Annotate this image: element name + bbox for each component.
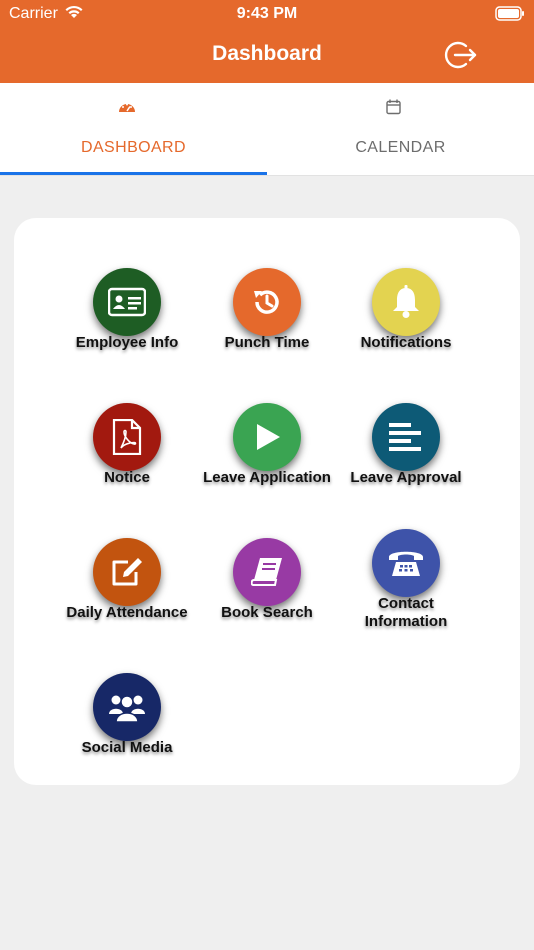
- tile-book-search[interactable]: Book Search: [192, 538, 342, 648]
- align-left-icon: [389, 423, 421, 451]
- tile-label: Contact Information: [364, 595, 448, 630]
- tab-dashboard-label: DASHBOARD: [81, 139, 186, 156]
- pdf-file-icon: [112, 419, 142, 455]
- tile-icon-bg: [233, 538, 301, 606]
- tile-icon-bg: [93, 673, 161, 741]
- phone-icon: [389, 551, 423, 576]
- tile-icon-bg: [233, 403, 301, 471]
- active-tab-indicator: [0, 172, 267, 175]
- tab-calendar[interactable]: CALENDAR: [267, 83, 534, 175]
- dashboard-menu-card: Employee Info Punch Time Notifications N…: [14, 218, 520, 785]
- battery-icon: [495, 6, 524, 21]
- edit-icon: [112, 558, 142, 586]
- tile-employee-info[interactable]: Employee Info: [52, 268, 202, 378]
- tile-daily-attendance[interactable]: Daily Attendance: [52, 538, 202, 648]
- tile-punch-time[interactable]: Punch Time: [192, 268, 342, 378]
- tile-icon-bg: [93, 403, 161, 471]
- tile-icon-bg: [93, 268, 161, 336]
- tile-icon-bg: [372, 403, 440, 471]
- tile-label: Leave Approval: [350, 469, 462, 486]
- calendar-icon: [386, 99, 401, 115]
- tile-label: Social Media: [81, 739, 173, 756]
- app-header: Carrier 9:43 PM Dashboard: [0, 0, 534, 83]
- play-icon: [257, 424, 280, 450]
- status-time: 9:43 PM: [236, 5, 298, 22]
- tile-label: Notifications: [360, 334, 452, 351]
- users-icon: [109, 695, 145, 722]
- tile-social-media[interactable]: Social Media: [52, 673, 202, 783]
- book-icon: [251, 558, 282, 586]
- tile-icon-bg: [372, 529, 440, 597]
- history-icon: [254, 290, 279, 314]
- tile-leave-application[interactable]: Leave Application: [192, 403, 342, 513]
- tile-contact-information[interactable]: Contact Information: [331, 529, 481, 639]
- tile-icon-bg: [372, 268, 440, 336]
- tile-leave-approval[interactable]: Leave Approval: [331, 403, 481, 513]
- tile-icon-bg: [93, 538, 161, 606]
- tab-calendar-label: CALENDAR: [355, 139, 446, 156]
- tab-dashboard[interactable]: DASHBOARD: [0, 83, 267, 175]
- tab-bar: DASHBOARD CALENDAR: [0, 83, 534, 176]
- tile-icon-bg: [233, 268, 301, 336]
- speedometer-icon: [119, 103, 135, 112]
- logout-icon[interactable]: [441, 36, 479, 74]
- bell-icon: [393, 285, 419, 318]
- tile-notifications[interactable]: Notifications: [331, 268, 481, 378]
- tile-label: Book Search: [221, 604, 313, 621]
- id-card-icon: [108, 287, 146, 317]
- tile-notice[interactable]: Notice: [52, 403, 202, 513]
